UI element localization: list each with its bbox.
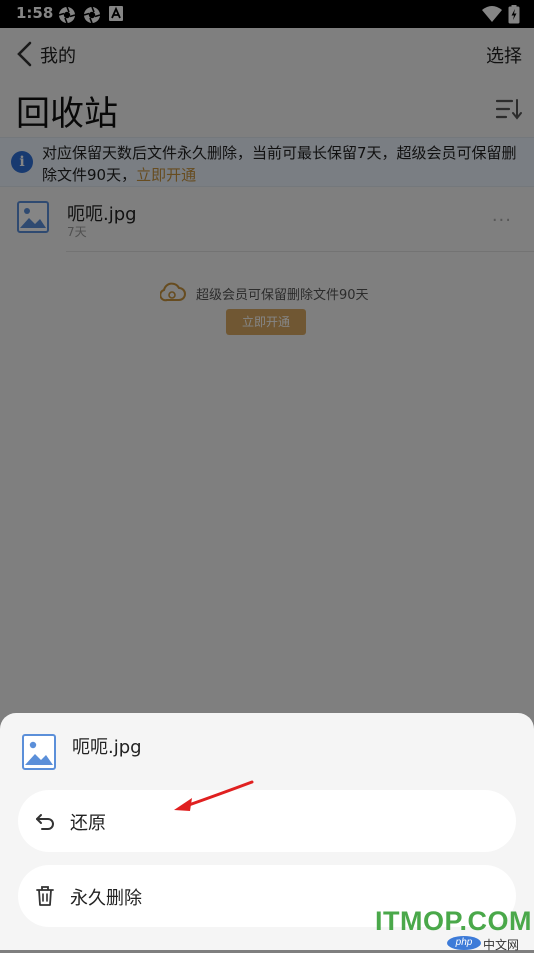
- trash-icon: [36, 886, 54, 906]
- watermark-cn-text: 中文网: [483, 938, 520, 952]
- watermark-php-badge: php: [447, 936, 481, 950]
- annotation-arrow: [174, 780, 254, 811]
- undo-icon: [36, 814, 54, 830]
- restore-label: 还原: [70, 813, 106, 834]
- watermark-text: ITMOP.COM: [375, 906, 533, 936]
- image-file-icon: [22, 734, 56, 770]
- sheet-filename: 呃呃.jpg: [72, 737, 142, 758]
- restore-button[interactable]: 还原: [18, 790, 516, 852]
- delete-permanently-label: 永久删除: [70, 888, 142, 909]
- watermark: ITMOP.COM php 中文网: [375, 906, 533, 952]
